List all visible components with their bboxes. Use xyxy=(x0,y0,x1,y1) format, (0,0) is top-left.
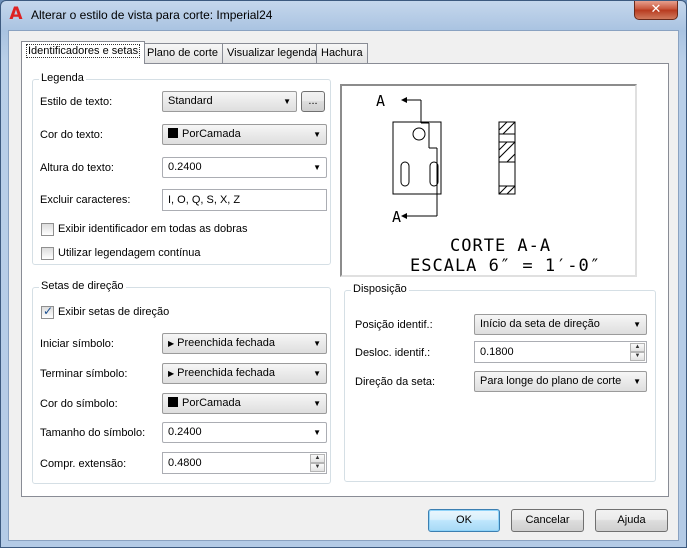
show-arrows-label: Exibir setas de direção xyxy=(58,306,170,318)
spin-up-icon[interactable]: ▲ xyxy=(310,454,325,463)
chevron-down-icon: ▼ xyxy=(313,163,321,172)
extension-input[interactable]: 0.4800 ▲ ▼ xyxy=(162,452,327,474)
cancel-button[interactable]: Cancelar xyxy=(511,509,584,532)
offset-spinner[interactable]: ▲ ▼ xyxy=(630,343,645,361)
spin-down-icon[interactable]: ▼ xyxy=(310,463,325,472)
spin-up-icon[interactable]: ▲ xyxy=(630,343,645,352)
chevron-down-icon: ▼ xyxy=(633,377,641,386)
extension-spinner[interactable]: ▲ ▼ xyxy=(310,454,325,472)
text-height-value: 0.2400 xyxy=(168,161,202,173)
text-color-value: PorCamada xyxy=(182,128,241,140)
end-symbol-value: Preenchida fechada xyxy=(177,367,276,379)
filled-arrow-icon: ▶ xyxy=(168,339,175,348)
offset-value: 0.1800 xyxy=(480,346,514,358)
preview-pane: A A CORTE A-A ESCALA 6″ = 1′-0″ xyxy=(340,84,637,277)
dialog-client-area: Identificadores e setas Plano de corte V… xyxy=(8,30,679,541)
extension-label: Compr. extensão: xyxy=(40,458,127,470)
exclude-chars-label: Excluir caracteres: xyxy=(40,194,131,206)
exclude-chars-input[interactable]: I, O, Q, S, X, Z xyxy=(162,189,327,211)
color-swatch-icon xyxy=(168,128,178,138)
position-label: Posição identif.: xyxy=(355,319,433,331)
tab-label: Identificadores e setas xyxy=(26,44,141,58)
start-symbol-dropdown[interactable]: ▶ Preenchida fechada ▼ xyxy=(162,333,327,354)
chevron-down-icon: ▼ xyxy=(313,428,321,437)
section-marker-top: A xyxy=(376,92,386,110)
help-button[interactable]: Ajuda xyxy=(595,509,668,532)
show-all-bends-checkbox[interactable] xyxy=(41,223,54,236)
text-style-label: Estilo de texto: xyxy=(40,96,113,108)
disposicao-group: Disposição Posição identif.: Início da s… xyxy=(344,283,656,482)
text-style-value: Standard xyxy=(168,95,213,107)
symbol-color-dropdown[interactable]: PorCamada ▼ xyxy=(162,393,327,414)
direction-dropdown[interactable]: Para longe do plano de corte ▼ xyxy=(474,371,647,392)
browse-text-style-button[interactable]: ... xyxy=(301,91,325,112)
text-color-label: Cor do texto: xyxy=(40,129,103,141)
close-button[interactable]: ✕ xyxy=(634,1,678,20)
tab-hachura[interactable]: Hachura xyxy=(316,43,368,63)
symbol-size-combo[interactable]: 0.2400 ▼ xyxy=(162,422,327,443)
end-symbol-dropdown[interactable]: ▶ Preenchida fechada ▼ xyxy=(162,363,327,384)
chevron-down-icon: ▼ xyxy=(313,369,321,378)
text-height-combo[interactable]: 0.2400 ▼ xyxy=(162,157,327,178)
spin-down-icon[interactable]: ▼ xyxy=(630,352,645,361)
offset-label: Desloc. identif.: xyxy=(355,347,431,359)
text-height-label: Altura do texto: xyxy=(40,162,114,174)
position-value: Início da seta de direção xyxy=(480,318,600,330)
chevron-down-icon: ▼ xyxy=(633,320,641,329)
tab-panel: Legenda Estilo de texto: Standard ▼ ... … xyxy=(21,63,669,497)
symbol-size-label: Tamanho do símbolo: xyxy=(40,427,146,439)
setas-group-title: Setas de direção xyxy=(39,280,126,292)
start-symbol-label: Iniciar símbolo: xyxy=(40,338,114,350)
end-symbol-label: Terminar símbolo: xyxy=(40,368,128,380)
chevron-down-icon: ▼ xyxy=(283,97,291,106)
legenda-group-title: Legenda xyxy=(39,72,86,84)
section-marker-bottom: A xyxy=(392,208,402,226)
color-swatch-icon xyxy=(168,397,178,407)
chevron-down-icon: ▼ xyxy=(313,339,321,348)
autocad-app-icon: A xyxy=(9,4,23,24)
window-title: Alterar o estilo de vista para corte: Im… xyxy=(31,8,273,22)
tab-visualizar-legenda[interactable]: Visualizar legenda xyxy=(222,43,322,63)
tab-plano-de-corte[interactable]: Plano de corte xyxy=(142,43,223,63)
show-all-bends-label: Exibir identificador em todas as dobras xyxy=(58,223,248,235)
preview-caption-title: CORTE A-A xyxy=(450,236,552,256)
continuous-labeling-checkbox[interactable] xyxy=(41,247,54,260)
text-color-dropdown[interactable]: PorCamada ▼ xyxy=(162,124,327,145)
dialog-window: A Alterar o estilo de vista para corte: … xyxy=(0,0,687,548)
symbol-color-label: Cor do símbolo: xyxy=(40,398,118,410)
chevron-down-icon: ▼ xyxy=(313,130,321,139)
symbol-color-value: PorCamada xyxy=(182,397,241,409)
start-symbol-value: Preenchida fechada xyxy=(177,337,276,349)
preview-caption-scale: ESCALA 6″ = 1′-0″ xyxy=(410,256,601,276)
position-dropdown[interactable]: Início da seta de direção ▼ xyxy=(474,314,647,335)
setas-group: Setas de direção Exibir setas de direção… xyxy=(32,280,331,484)
show-arrows-checkbox[interactable] xyxy=(41,304,54,319)
text-style-dropdown[interactable]: Standard ▼ xyxy=(162,91,297,112)
continuous-labeling-label: Utilizar legendagem contínua xyxy=(58,247,201,259)
ok-button[interactable]: OK xyxy=(428,509,500,532)
extension-value: 0.4800 xyxy=(168,457,202,469)
chevron-down-icon: ▼ xyxy=(313,399,321,408)
legenda-group: Legenda Estilo de texto: Standard ▼ ... … xyxy=(32,72,331,265)
offset-input[interactable]: 0.1800 ▲ ▼ xyxy=(474,341,647,363)
disposicao-group-title: Disposição xyxy=(351,283,409,295)
symbol-size-value: 0.2400 xyxy=(168,426,202,438)
direction-value: Para longe do plano de corte xyxy=(480,375,622,387)
title-bar[interactable]: A Alterar o estilo de vista para corte: … xyxy=(1,1,686,29)
direction-label: Direção da seta: xyxy=(355,376,436,388)
filled-arrow-icon: ▶ xyxy=(168,369,175,378)
tab-identificadores-e-setas[interactable]: Identificadores e setas xyxy=(21,41,146,64)
